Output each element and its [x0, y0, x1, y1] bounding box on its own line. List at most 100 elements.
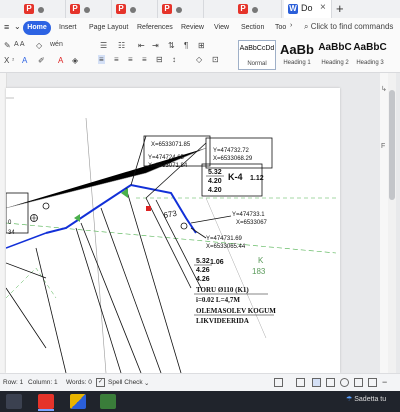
pipe-label: TORU Ø110 (K1): [196, 286, 249, 294]
depth-label: 1.06: [210, 259, 224, 266]
leader-line: [190, 215, 232, 224]
style-sample: AaBbC: [318, 42, 352, 53]
app-icon[interactable]: [70, 394, 86, 409]
elevation-label: 4.20: [208, 187, 222, 194]
style-heading-2[interactable]: AaBbC Heading 2: [316, 40, 354, 70]
panel-icon[interactable]: ↳: [381, 85, 387, 93]
pdf-tab[interactable]: P: [158, 0, 204, 18]
document-page: X=6533071.85 Y=474724.65 X=6533071.84 Y=…: [6, 88, 340, 373]
menu-home[interactable]: Home: [23, 21, 51, 35]
style-normal[interactable]: AaBbCcDd Normal: [238, 40, 276, 70]
sort-icon[interactable]: ⇅: [168, 41, 175, 50]
distribute-icon[interactable]: ⊟: [156, 55, 163, 64]
font-color-icon[interactable]: A: [58, 56, 63, 65]
strikethrough-icon[interactable]: X: [4, 56, 9, 65]
highlight-icon[interactable]: ✐: [38, 56, 45, 65]
focus-mode-icon[interactable]: [296, 378, 305, 387]
word-count[interactable]: Words: 0: [66, 379, 92, 386]
char-shading-icon[interactable]: ◈: [72, 56, 78, 65]
pilcrow-icon[interactable]: ¶: [184, 41, 188, 50]
print-layout-icon[interactable]: [312, 378, 321, 387]
style-heading-1[interactable]: AaBb Heading 1: [278, 40, 316, 70]
chevron-down-icon[interactable]: ⌄: [144, 379, 149, 387]
menu-icon[interactable]: ≡: [4, 22, 9, 32]
change-case-icon[interactable]: wén: [50, 41, 63, 48]
zoom-out-icon[interactable]: −: [382, 377, 387, 387]
align-center-icon[interactable]: ≡: [114, 55, 119, 64]
close-icon[interactable]: ×: [320, 2, 326, 13]
web-layout-icon[interactable]: [326, 378, 335, 387]
menu-references[interactable]: References: [137, 24, 173, 31]
start-icon[interactable]: [6, 394, 22, 409]
coord-label: Y=474733.1: [232, 212, 265, 218]
app-icon[interactable]: [100, 394, 116, 409]
menu-insert[interactable]: Insert: [59, 24, 77, 31]
style-sample: AaBb: [280, 42, 314, 57]
coord-label: Y=474732.72: [213, 148, 250, 154]
bullets-icon[interactable]: ☰: [100, 41, 107, 50]
scrollbar-thumb[interactable]: [389, 90, 395, 200]
wps-icon[interactable]: [38, 394, 54, 409]
menu-page-layout[interactable]: Page Layout: [89, 24, 128, 31]
leader-line: [190, 227, 207, 239]
outline-icon[interactable]: [354, 378, 363, 387]
menu-tools[interactable]: Too: [275, 24, 286, 31]
status-bar: Row: 1 Column: 1 Words: 0 ✓ Spell Check …: [0, 373, 400, 392]
numbering-icon[interactable]: ☷: [118, 41, 125, 50]
menu-view[interactable]: View: [214, 24, 229, 31]
style-heading-3[interactable]: AaBbC Heading 3: [352, 40, 388, 70]
outdent-icon[interactable]: ⇤: [138, 41, 145, 50]
style-sample: AaBbCcDd: [239, 45, 275, 52]
checkbox-icon[interactable]: ✓: [96, 378, 105, 387]
border-icon[interactable]: ⊡: [212, 55, 219, 64]
coord-label: X=6533071.84: [148, 163, 188, 169]
pdf-tab[interactable]: P: [234, 0, 282, 18]
well-id-label: K-4: [228, 172, 243, 182]
eye-protection-icon[interactable]: [368, 378, 377, 387]
leader-line: [6, 287, 47, 349]
leader-line: [75, 227, 122, 373]
align-right-icon[interactable]: ≡: [128, 55, 133, 64]
text-effect-icon[interactable]: A: [22, 56, 27, 65]
document-tab-label: Do: [301, 3, 313, 13]
document-tab[interactable]: W Do ×: [284, 0, 332, 18]
boundary-line: [85, 117, 107, 373]
elevation-label: 4.26: [196, 267, 210, 274]
coord-label: X=6533067: [236, 220, 268, 226]
indent-icon[interactable]: ⇥: [152, 41, 159, 50]
pdf-tab[interactable]: P: [112, 0, 158, 18]
green-label: 183: [252, 267, 266, 276]
elevation-label: 4.26: [196, 276, 210, 283]
format-painter-icon[interactable]: ✎: [4, 41, 11, 50]
clear-format-icon[interactable]: ◇: [36, 41, 42, 50]
chevron-right-icon[interactable]: ›: [290, 22, 292, 29]
panel-icon[interactable]: F: [381, 143, 385, 150]
menu-review[interactable]: Review: [181, 24, 204, 31]
menu-section[interactable]: Section: [241, 24, 264, 31]
line-spacing-icon[interactable]: ↕: [172, 55, 176, 64]
pdf-tab[interactable]: P: [20, 0, 66, 18]
justify-icon[interactable]: ≡: [142, 55, 147, 64]
superscript-icon[interactable]: ₂: [12, 56, 14, 62]
coord-label: X=6533065.44: [206, 244, 246, 250]
style-name: Heading 1: [283, 60, 311, 66]
borders-icon[interactable]: ⊞: [198, 41, 205, 50]
column-indicator: Column: 1: [28, 379, 58, 386]
marker: [146, 206, 151, 211]
read-mode-icon[interactable]: [274, 378, 283, 387]
spell-check[interactable]: Spell Check: [108, 379, 143, 386]
slope-label: i=0.02 L=4,7M: [196, 296, 240, 304]
rain-icon: ☂: [346, 396, 353, 403]
chevron-down-icon[interactable]: ⌄: [14, 22, 21, 31]
coord-label: Y=474724.65: [148, 155, 185, 161]
command-search[interactable]: ⌕ Click to find commands: [304, 22, 393, 32]
align-left-icon[interactable]: ≡: [98, 55, 105, 64]
weather-widget[interactable]: ☂ Sadetta tu: [346, 395, 386, 403]
font-size-icon[interactable]: A A: [14, 41, 25, 48]
elevation-label: 5.32: [208, 169, 222, 176]
pdf-tab[interactable]: P: [66, 0, 112, 18]
globe-icon[interactable]: [340, 378, 349, 387]
shading-icon[interactable]: ◇: [196, 55, 202, 64]
coord-label: 34: [8, 230, 15, 236]
new-tab-button[interactable]: +: [336, 1, 344, 16]
